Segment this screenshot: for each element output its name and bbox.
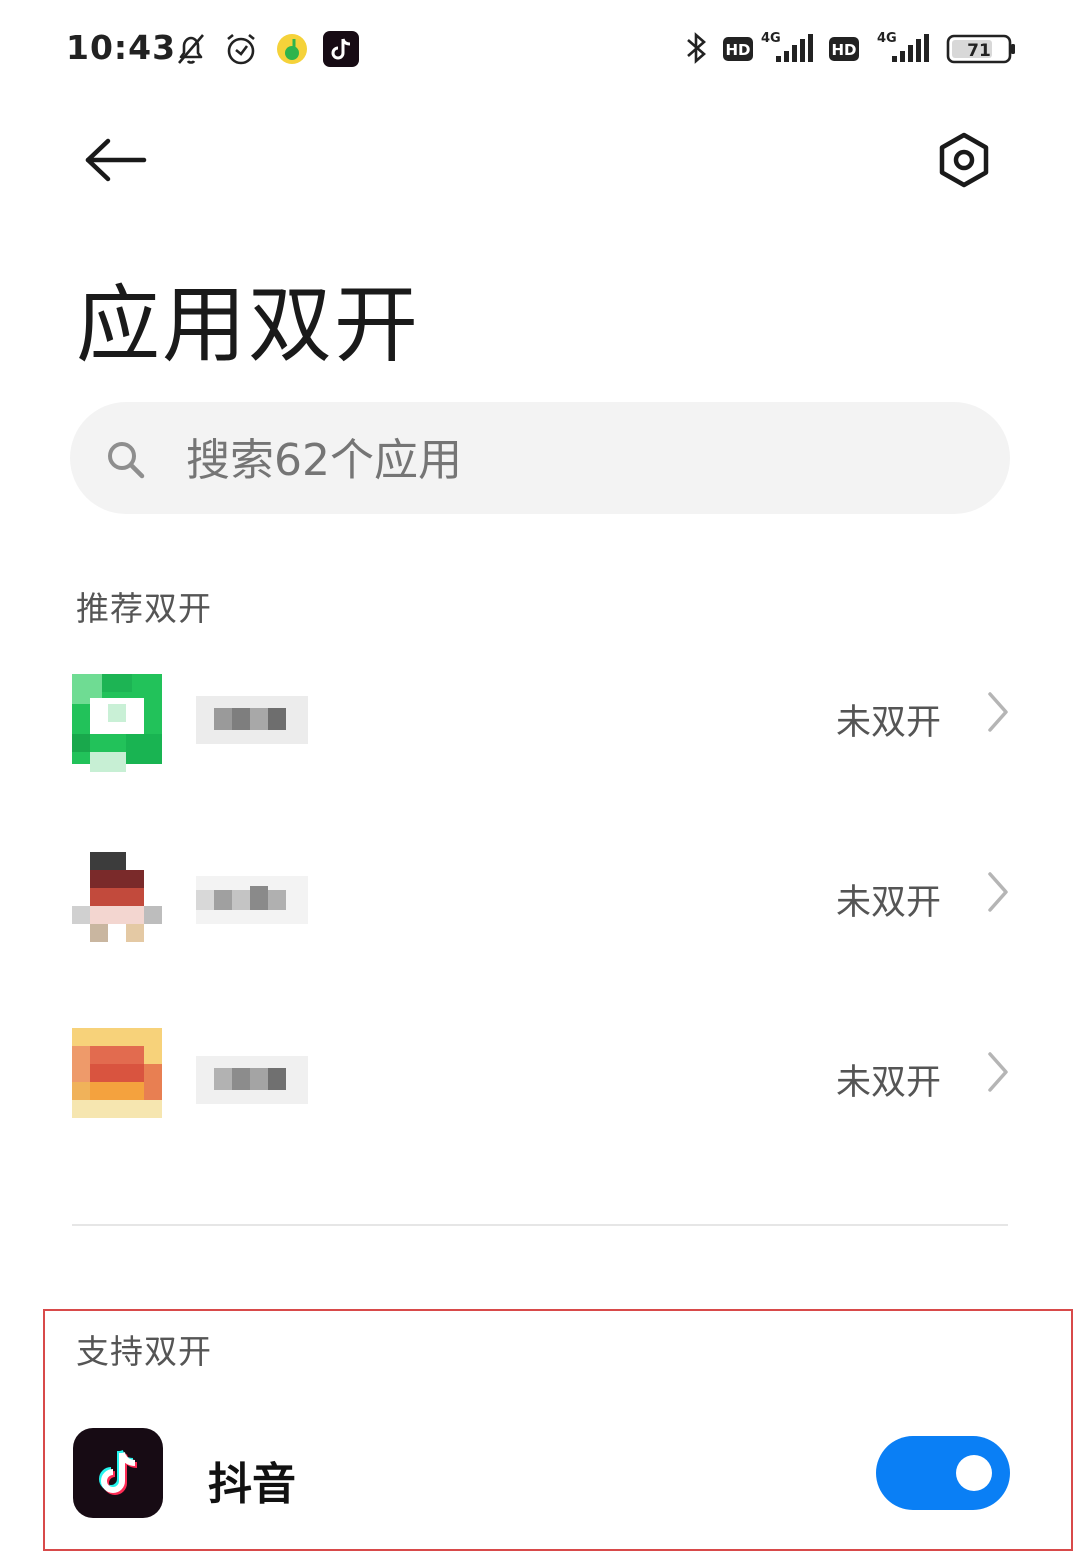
- douyin-app-icon: [73, 1428, 163, 1518]
- app-status: 未双开: [836, 883, 942, 923]
- settings-hex-icon: [939, 132, 989, 188]
- search-input[interactable]: [186, 430, 886, 490]
- chevron-right-icon: [988, 692, 1008, 732]
- list-item[interactable]: 未双开: [0, 668, 1080, 818]
- app-name-blurred: [196, 876, 308, 924]
- battery-icon: 71: [946, 34, 1015, 64]
- mute-bell-icon: [178, 34, 204, 64]
- alarm-icon: [227, 33, 255, 65]
- app-name-douyin: 抖音: [208, 1459, 296, 1510]
- bluetooth-icon: [687, 32, 706, 64]
- list-item[interactable]: 未双开: [0, 1028, 1080, 1178]
- chevron-right-icon: [988, 872, 1008, 912]
- page-title: 应用双开: [76, 276, 421, 374]
- app-name-blurred: [196, 1056, 308, 1104]
- chevron-right-icon: [988, 1052, 1008, 1092]
- svg-text:71: 71: [967, 41, 991, 61]
- app-name-blurred: [196, 696, 308, 744]
- app-icon: [72, 668, 164, 772]
- status-time: 10:43: [66, 28, 177, 67]
- app-status: 未双开: [836, 703, 942, 743]
- divider: [72, 1224, 1008, 1226]
- hd-badge-icon: HD: [829, 37, 859, 61]
- douyin-logo-icon: [99, 1449, 138, 1495]
- section-label-supported: 支持双开: [76, 1332, 212, 1371]
- back-button[interactable]: [78, 128, 154, 192]
- section-label-recommended: 推荐双开: [76, 589, 212, 628]
- signal-icon: 4G: [761, 31, 813, 62]
- svg-text:HD: HD: [725, 41, 750, 59]
- app-status: 未双开: [836, 1063, 942, 1103]
- settings-button[interactable]: [930, 126, 998, 194]
- signal-icon: 4G: [877, 31, 929, 62]
- svg-text:4G: 4G: [761, 31, 781, 46]
- toggle-knob: [956, 1455, 992, 1491]
- search-icon: [108, 442, 145, 479]
- svg-text:4G: 4G: [877, 31, 897, 46]
- status-bar: 10:43 HD 4G HD 4G 71: [0, 0, 1080, 100]
- back-arrow-icon: [85, 138, 147, 182]
- dual-app-toggle[interactable]: [876, 1436, 1010, 1510]
- music-app-icon: [277, 34, 307, 64]
- hd-badge-icon: HD: [723, 37, 753, 61]
- list-item[interactable]: 未双开: [0, 848, 1080, 998]
- app-icon: [72, 848, 164, 952]
- app-icon: [72, 1028, 164, 1132]
- douyin-notification-icon: [323, 31, 359, 67]
- svg-text:HD: HD: [831, 41, 856, 59]
